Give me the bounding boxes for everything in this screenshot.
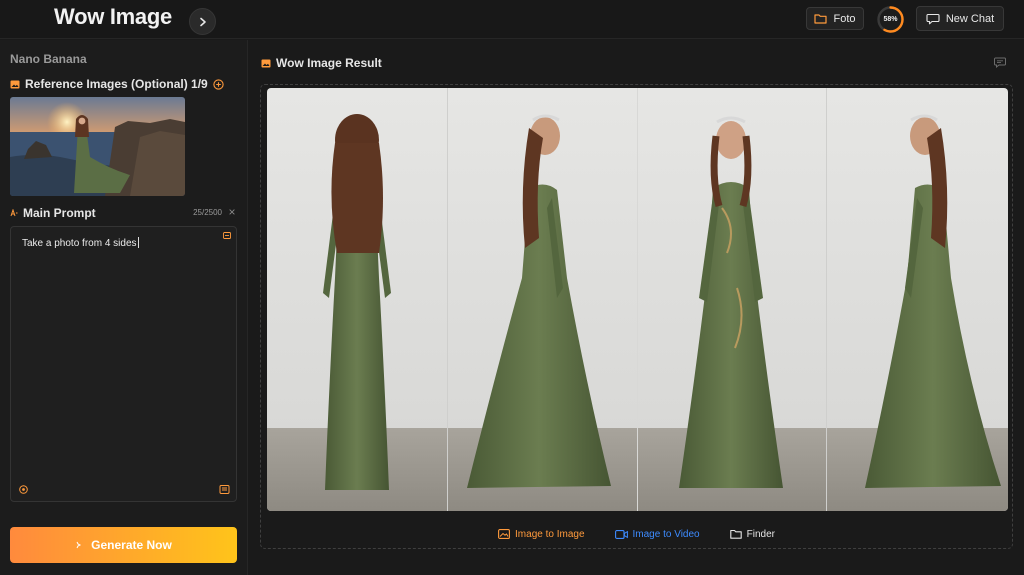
reference-image-thumbnail[interactable] bbox=[10, 97, 185, 196]
reference-photo-seaside-woman bbox=[10, 97, 185, 196]
main-prompt-header: Main Prompt 25/2500 × bbox=[10, 206, 238, 222]
image-icon bbox=[10, 80, 20, 88]
finder-button[interactable]: Finder bbox=[729, 526, 775, 542]
library-icon[interactable] bbox=[219, 484, 230, 495]
top-bar: Wow Image Foto 58% New Chat bbox=[0, 0, 1024, 39]
gear-icon[interactable] bbox=[18, 484, 29, 495]
generate-now-button[interactable]: Generate Now bbox=[10, 527, 237, 563]
generated-four-view-dress-image bbox=[267, 88, 1008, 511]
image-icon bbox=[498, 529, 510, 539]
result-header: Wow Image Result bbox=[261, 56, 382, 70]
sparkle-icon bbox=[76, 541, 82, 549]
reference-images-header: Reference Images (Optional) 1/9 bbox=[10, 76, 224, 92]
prompt-char-count: 25/2500 bbox=[193, 208, 222, 217]
expand-editor-icon[interactable] bbox=[223, 232, 231, 239]
left-panel: Nano Banana Reference Images (Optional) … bbox=[0, 40, 248, 575]
generate-now-label: Generate Now bbox=[91, 538, 172, 552]
progress-label: 58% bbox=[883, 16, 898, 23]
folder-icon bbox=[814, 14, 828, 24]
finder-label: Finder bbox=[746, 528, 775, 540]
app-title: Wow Image bbox=[54, 4, 172, 29]
feedback-icon[interactable] bbox=[994, 57, 1006, 68]
result-image[interactable] bbox=[267, 88, 1008, 511]
image-to-image-label: Image to Image bbox=[515, 528, 585, 540]
result-actions: Image to Image Image to Video Finder bbox=[261, 526, 1012, 542]
usage-progress-ring: 58% bbox=[876, 5, 905, 34]
plus-circle-icon[interactable] bbox=[213, 78, 224, 90]
reference-images-title: Reference Images (Optional) 1/9 bbox=[25, 77, 208, 91]
video-icon bbox=[614, 529, 628, 539]
image-to-video-button[interactable]: Image to Video bbox=[614, 526, 700, 542]
result-title: Wow Image Result bbox=[276, 56, 382, 70]
text-prompt-icon bbox=[10, 209, 18, 217]
foto-button[interactable]: Foto bbox=[806, 7, 864, 30]
main-prompt-title: Main Prompt bbox=[23, 206, 96, 220]
foto-label: Foto bbox=[833, 12, 856, 25]
chevron-right-icon bbox=[199, 17, 206, 26]
folder-icon bbox=[729, 529, 742, 539]
result-panel: Wow Image Result Image to Image Image to… bbox=[249, 40, 1024, 575]
new-chat-label: New Chat bbox=[945, 12, 995, 25]
chat-bubble-icon bbox=[926, 13, 940, 24]
new-chat-button[interactable]: New Chat bbox=[916, 6, 1004, 31]
model-name: Nano Banana bbox=[10, 52, 87, 66]
result-frame: Image to Image Image to Video Finder bbox=[260, 84, 1013, 549]
image-icon bbox=[261, 59, 271, 67]
prompt-text: Take a photo from 4 sides bbox=[22, 238, 137, 249]
close-icon[interactable]: × bbox=[226, 206, 238, 218]
image-to-video-label: Image to Video bbox=[632, 528, 700, 540]
expand-sidebar-button[interactable] bbox=[189, 8, 216, 35]
image-to-image-button[interactable]: Image to Image bbox=[498, 526, 585, 542]
main-prompt-title-group: Main Prompt bbox=[10, 206, 96, 220]
main-prompt-textarea[interactable]: Take a photo from 4 sides bbox=[10, 226, 237, 502]
